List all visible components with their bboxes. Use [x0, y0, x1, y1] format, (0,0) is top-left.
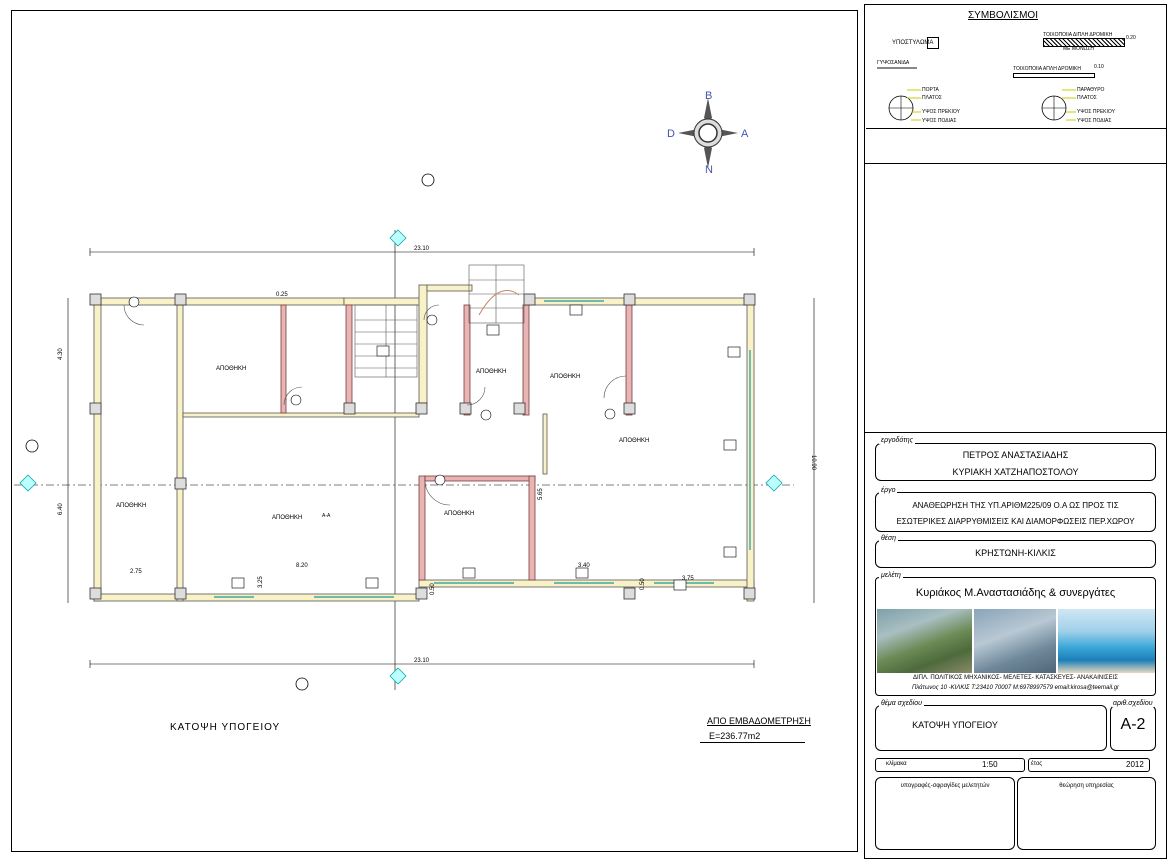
legend-inner-frame	[866, 6, 1166, 129]
approval-label: θεώρηση υπηρεσίας	[1059, 783, 1114, 789]
study-desc: ΔΙΠΛ. ΠΟΛΙΤΙΚΟΣ ΜΗΧΑΝΙΚΟΣ- ΜΕΛΕΤΕΣ- ΚΑΤΑ…	[913, 675, 1118, 681]
study-contact: Πλάτωνος 10 -ΚΙΛΚΙΣ Τ:23410 70007 Μ:6978…	[911, 685, 1120, 691]
dim-bottom: 23.10	[414, 658, 430, 664]
subject-label: θέμα σχεδίου	[879, 700, 924, 707]
dim-340: 3.40	[578, 563, 590, 569]
scale-value: 1:50	[982, 760, 998, 769]
room-label-6: ΑΠΟΘΗΚΗ	[619, 438, 649, 444]
dim-275: 2.75	[130, 569, 142, 575]
study-firm: Κυριάκος Μ.Αναστασιάδης & συνεργάτες	[915, 587, 1116, 599]
render-image-3	[1058, 609, 1155, 673]
area-value: E=236.77m2	[709, 731, 761, 741]
room-small-label: Α-Α	[322, 513, 331, 519]
study-label: μελέτη	[879, 572, 903, 579]
client-name-1: ΠΕΤΡΟΣ ΑΝΑΣΤΑΣΙΑΔΗΣ	[962, 450, 1069, 460]
project-label: έργο	[879, 487, 898, 494]
north-arrow-icon: B N A D	[667, 90, 749, 176]
dim-left-upper: 4.30	[58, 348, 64, 360]
scale-label: κλίμακα	[886, 761, 907, 767]
year-value: 2012	[1126, 760, 1144, 769]
subject-value: ΚΑΤΟΨΗ ΥΠΟΓΕΙΟΥ	[912, 720, 998, 730]
project-line-1: ΑΝΑΘΕΩΡΗΣΗ ΤΗΣ ΥΠ.ΑΡΙΘΜ225/09 Ο.Α ΩΣ ΠΡΟ…	[912, 501, 1119, 510]
compass-s: B	[705, 90, 712, 102]
room-label-1: ΑΠΟΘΗΚΗ	[216, 366, 246, 372]
dim-375: 3.75	[682, 576, 694, 582]
floor-plan: 23.10 23.10 4.30 6.40 10.90 2.75 8.20 3.…	[14, 173, 816, 691]
render-image-2	[974, 609, 1056, 673]
room-label-2: ΑΠΟΘΗΚΗ	[116, 503, 146, 509]
drawing-no-value: Α-2	[1120, 716, 1146, 733]
dim-0: 0.50	[640, 578, 646, 590]
room-label-3: ΑΠΟΘΗΚΗ	[272, 515, 302, 521]
dim-mid: 0.25	[276, 292, 288, 298]
year-label: έτος	[1031, 761, 1043, 767]
dim-585: 5.65	[538, 488, 544, 500]
compass-e: A	[741, 128, 749, 140]
dim-left-lower: 6.40	[58, 503, 64, 515]
dim-top: 23.10	[414, 246, 430, 252]
client-label: εργοδότης	[879, 437, 916, 444]
project-line-2: ΕΣΩΤΕΡΙΚΕΣ ΔΙΑΡΡΥΘΜΙΣΕΙΣ ΚΑΙ ΔΙΑΜΟΡΦΩΣΕΙ…	[896, 517, 1135, 526]
title-divider	[864, 432, 1167, 433]
room-label-5: ΑΠΟΘΗΚΗ	[550, 374, 580, 380]
location-value: ΚΡΗΣΤΩΝΗ-ΚΙΛΚΙΣ	[975, 548, 1056, 558]
client-name-2: ΚΥΡΙΑΚΗ ΧΑΤΖΗΑΠΟΣΤΟΛΟΥ	[952, 467, 1079, 477]
dim-right: 10.90	[810, 455, 816, 471]
room-label-7: ΑΠΟΘΗΚΗ	[444, 511, 474, 517]
render-image-1	[877, 609, 972, 673]
project-box	[875, 492, 1156, 532]
dim-325: 3.25	[258, 576, 264, 588]
plan-title: ΚΑΤΟΨΗ ΥΠΟΓΕΙΟΥ	[170, 722, 281, 733]
area-underline	[700, 742, 805, 743]
room-label-4: ΑΠΟΘΗΚΗ	[476, 369, 506, 375]
area-title: ΑΠΟ ΕΜΒΑΔΟΜΕΤΡΗΣΗ	[707, 716, 811, 726]
signatures-label: υπογραφές-σφραγίδες μελετητών	[900, 783, 990, 789]
dim-050: 0.50	[430, 583, 436, 595]
legend-divider	[864, 163, 1167, 164]
location-label: θέση	[879, 535, 898, 542]
dim-820: 8.20	[296, 563, 308, 569]
compass-w: D	[667, 128, 675, 140]
drawing-no-label: αριθ.σχεδίου	[1112, 700, 1154, 707]
